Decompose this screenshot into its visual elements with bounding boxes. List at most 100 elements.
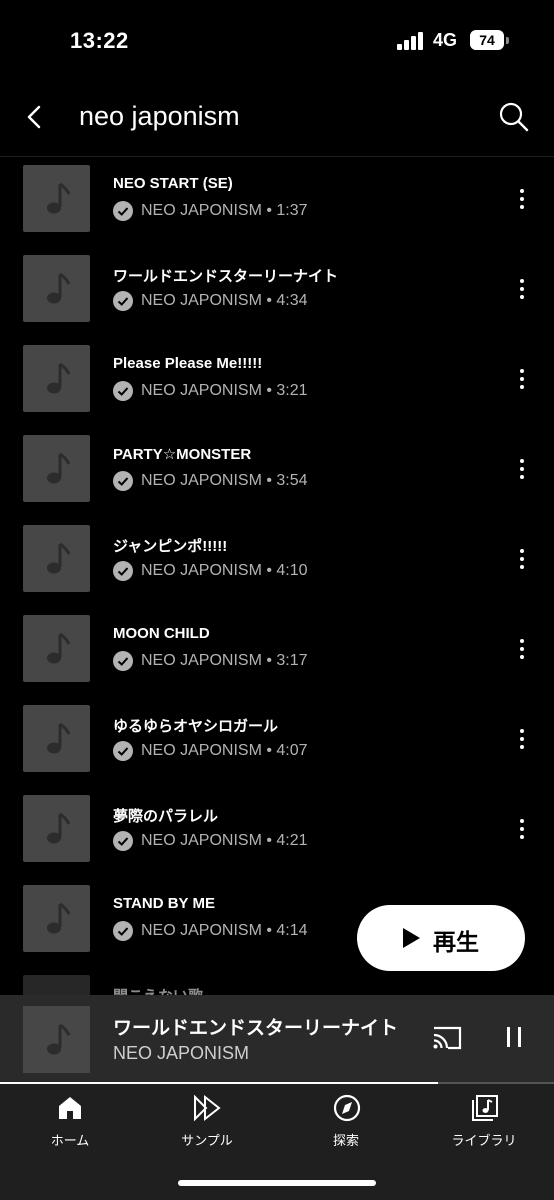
track-thumbnail	[23, 705, 90, 772]
more-options-icon[interactable]	[510, 547, 534, 571]
search-button[interactable]	[497, 100, 531, 134]
track-artist: NEO JAPONISM	[141, 472, 262, 489]
track-title: Please Please Me!!!!!	[113, 355, 263, 372]
track-duration: 1:37	[276, 202, 308, 219]
nav-label: ライブラリ	[451, 1133, 517, 1148]
music-note-icon	[47, 362, 71, 394]
track-duration: 4:21	[276, 832, 308, 849]
track-title: 夢際のパラレル	[113, 808, 219, 825]
music-note-icon	[47, 812, 71, 844]
now-playing-title: ワールドエンドスターリーナイト	[113, 1018, 399, 1039]
downloaded-check-icon	[113, 741, 133, 761]
back-button[interactable]	[20, 100, 50, 134]
home-indicator	[178, 1180, 376, 1186]
cast-button[interactable]	[430, 1024, 464, 1052]
track-row[interactable]: ゆるゆらオヤシロガール NEO JAPONISM • 4:07	[0, 697, 554, 787]
downloaded-check-icon	[113, 561, 133, 581]
more-options-icon[interactable]	[510, 457, 534, 481]
track-title: 聞こえない歌	[113, 985, 203, 995]
page-title: neo japonism	[79, 101, 240, 131]
track-row[interactable]: Please Please Me!!!!! NEO JAPONISM • 3:2…	[0, 337, 554, 427]
play-button[interactable]: 再生	[357, 905, 525, 971]
track-thumbnail	[23, 795, 90, 862]
downloaded-check-icon	[113, 471, 133, 491]
track-artist: NEO JAPONISM	[141, 742, 262, 759]
more-options-icon[interactable]	[510, 367, 534, 391]
downloaded-check-icon	[113, 651, 133, 671]
track-title: PARTY☆MONSTER	[113, 446, 252, 463]
downloaded-check-icon	[113, 291, 133, 311]
more-options-icon[interactable]	[510, 187, 534, 211]
track-thumbnail	[23, 525, 90, 592]
more-options-icon[interactable]	[510, 277, 534, 301]
track-duration: 3:54	[276, 472, 308, 489]
explore-icon	[333, 1094, 361, 1122]
music-note-icon	[47, 722, 71, 754]
mini-player[interactable]: ワールドエンドスターリーナイト NEO JAPONISM	[0, 995, 554, 1083]
battery-icon: 74	[470, 30, 504, 50]
pause-button[interactable]	[503, 1025, 525, 1051]
more-options-icon[interactable]	[510, 727, 534, 751]
track-thumbnail	[23, 435, 90, 502]
track-artist: NEO JAPONISM	[141, 292, 262, 309]
track-row[interactable]: MOON CHILD NEO JAPONISM • 3:17	[0, 607, 554, 697]
track-row[interactable]: 聞こえない歌	[0, 967, 554, 995]
downloaded-check-icon	[113, 831, 133, 851]
track-duration: 3:17	[276, 652, 308, 669]
track-thumbnail	[23, 255, 90, 322]
track-title: ワールドエンドスターリーナイト	[113, 268, 339, 285]
track-row[interactable]: 夢際のパラレル NEO JAPONISM • 4:21	[0, 787, 554, 877]
track-title: STAND BY ME	[113, 895, 215, 912]
header: neo japonism	[0, 84, 554, 157]
nav-explore[interactable]: 探索	[296, 1094, 396, 1154]
nav-home[interactable]: ホーム	[20, 1094, 120, 1154]
track-thumbnail	[23, 615, 90, 682]
cast-icon	[433, 1026, 462, 1050]
nav-library[interactable]: ライブラリ	[434, 1094, 534, 1154]
music-note-icon	[47, 452, 71, 484]
now-playing-artist: NEO JAPONISM	[113, 1043, 250, 1063]
track-row[interactable]: PARTY☆MONSTER NEO JAPONISM • 3:54	[0, 427, 554, 517]
nav-label: ホーム	[50, 1133, 90, 1148]
music-note-icon	[47, 632, 71, 664]
track-title: NEO START (SE)	[113, 175, 233, 192]
music-note-icon	[47, 542, 71, 574]
more-options-icon[interactable]	[510, 637, 534, 661]
track-artist: NEO JAPONISM	[141, 922, 262, 939]
track-thumbnail	[23, 345, 90, 412]
nav-label: 探索	[332, 1133, 359, 1148]
track-duration: 4:34	[276, 292, 308, 309]
search-icon	[499, 102, 529, 132]
nav-label: サンプル	[181, 1133, 233, 1148]
track-thumbnail	[23, 885, 90, 952]
track-artist: NEO JAPONISM	[141, 382, 262, 399]
downloaded-check-icon	[113, 921, 133, 941]
track-artist: NEO JAPONISM	[141, 652, 262, 669]
home-icon	[59, 1097, 81, 1119]
music-note-icon	[47, 182, 71, 214]
track-artist: NEO JAPONISM	[141, 562, 262, 579]
track-title: MOON CHILD	[113, 625, 210, 642]
track-duration: 4:14	[276, 922, 308, 939]
track-duration: 3:21	[276, 382, 308, 399]
track-thumbnail	[23, 165, 90, 232]
track-title: ジャンピンポ!!!!!	[113, 538, 228, 555]
track-list: NEO START (SE) NEO JAPONISM • 1:37 ワールドエ…	[0, 157, 554, 995]
track-artist: NEO JAPONISM	[141, 202, 262, 219]
play-button-label: 再生	[433, 929, 479, 955]
track-duration: 4:07	[276, 742, 308, 759]
nav-samples[interactable]: サンプル	[157, 1094, 257, 1154]
status-time: 13:22	[70, 28, 129, 53]
pause-icon	[507, 1027, 510, 1047]
track-row[interactable]: ジャンピンポ!!!!! NEO JAPONISM • 4:10	[0, 517, 554, 607]
play-icon	[403, 928, 420, 948]
status-bar: 13:22 4G 74	[0, 0, 554, 84]
track-row[interactable]: NEO START (SE) NEO JAPONISM • 1:37	[0, 157, 554, 247]
music-note-icon	[47, 272, 71, 304]
network-type: 4G	[433, 30, 458, 50]
music-note-icon	[47, 902, 71, 934]
track-thumbnail	[23, 975, 90, 995]
more-options-icon[interactable]	[510, 817, 534, 841]
track-row[interactable]: ワールドエンドスターリーナイト NEO JAPONISM • 4:34	[0, 247, 554, 337]
downloaded-check-icon	[113, 381, 133, 401]
